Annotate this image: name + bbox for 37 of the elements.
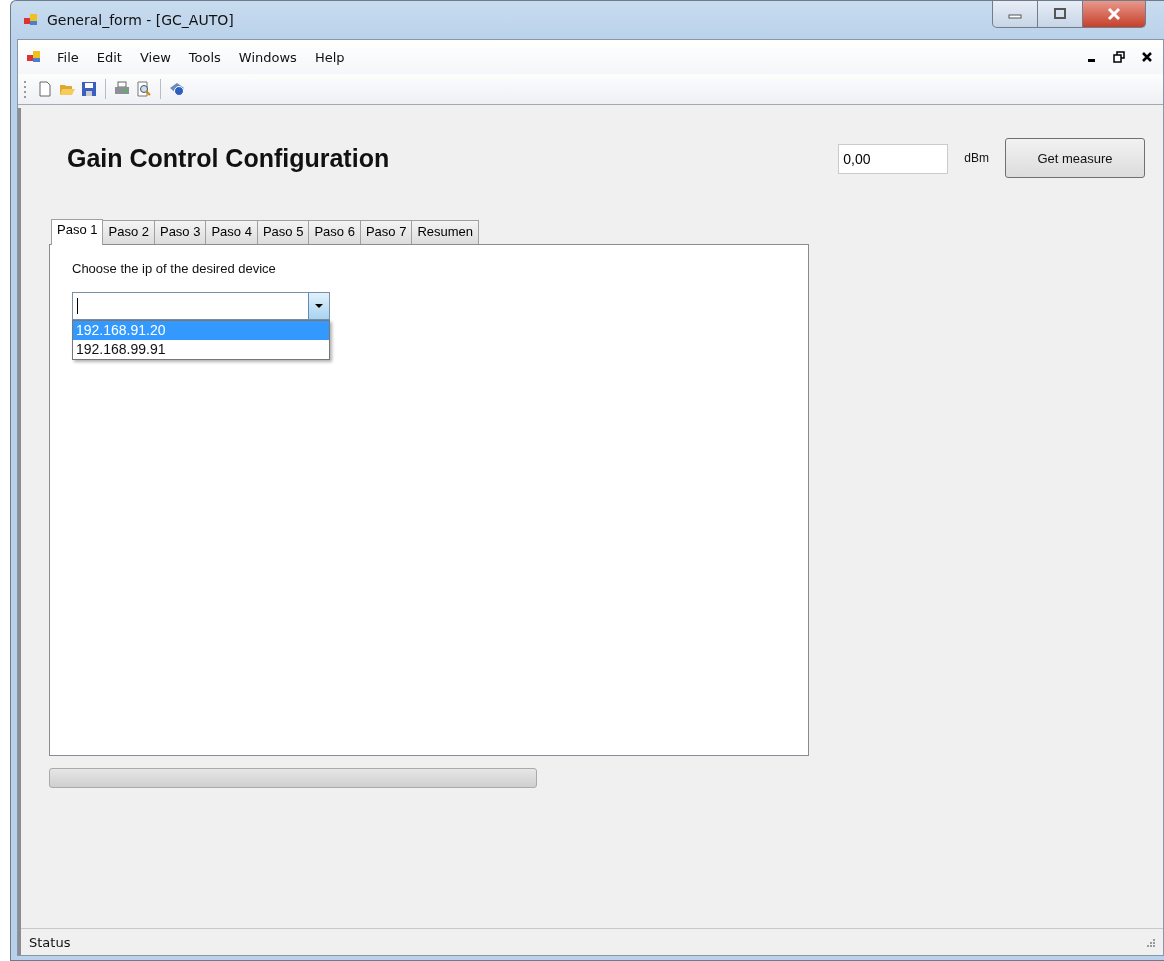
restore-icon[interactable] [1113,51,1125,63]
new-document-icon[interactable] [37,81,53,97]
menu-item[interactable]: Help [305,46,354,68]
menu-item[interactable]: View [130,46,180,68]
tab[interactable]: Paso 6 [308,220,361,244]
window-title: General_form - [GC_AUTO] [47,12,234,28]
close-button[interactable] [1083,1,1146,28]
unit-label: dBm [964,151,989,165]
form-heading: Gain Control Configuration [67,144,390,173]
tab[interactable]: Paso 2 [102,220,155,244]
print-preview-icon[interactable] [136,81,152,97]
menu-item[interactable]: Tools [179,46,230,68]
get-measure-button[interactable]: Get measure [1005,138,1145,178]
measure-field[interactable]: 0,00 [838,144,949,174]
app-icon [23,12,39,28]
tab[interactable]: Paso 1 [51,219,104,245]
menu-item[interactable]: File [48,46,88,68]
tab[interactable]: Paso 3 [153,220,207,244]
tab[interactable]: Paso 4 [205,220,258,244]
printer-icon[interactable] [114,81,130,97]
app-icon[interactable] [26,49,42,65]
close-icon[interactable] [1141,51,1153,63]
minimize-button[interactable] [992,1,1038,28]
tab[interactable]: Paso 5 [256,220,310,244]
tab[interactable]: Resumen [411,220,480,244]
dropdown-button[interactable] [308,293,329,319]
maximize-button[interactable] [1038,1,1083,28]
tab[interactable]: Paso 7 [359,220,413,244]
menu-item[interactable]: Windows [229,46,306,68]
menu-item[interactable]: Edit [87,46,131,68]
caret-icon [315,304,323,308]
toolbar-grip-icon [24,80,27,98]
dropdown-option[interactable]: 192.168.99.91 [73,340,329,359]
status-text: Status [29,934,71,950]
save-icon[interactable] [81,81,97,97]
field-label: Choose the ip of the desired device [72,261,277,276]
resize-grip-icon[interactable] [1145,937,1155,947]
